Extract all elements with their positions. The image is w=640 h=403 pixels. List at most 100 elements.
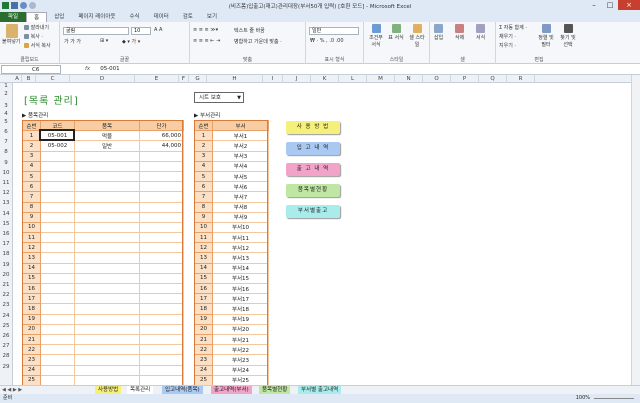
dept-no[interactable]: 7 xyxy=(194,191,213,203)
item-name[interactable] xyxy=(74,272,140,285)
conditional-format-button[interactable]: 조건부 서식 xyxy=(367,24,385,48)
row-header[interactable]: 20 xyxy=(0,272,12,278)
cut-button[interactable]: 잘라내기 xyxy=(24,24,49,31)
row-header[interactable]: 18 xyxy=(0,251,12,257)
item-name[interactable] xyxy=(74,191,140,203)
item-price[interactable] xyxy=(139,160,184,172)
inbound-history-button[interactable]: 입 고 내 역 xyxy=(286,142,340,155)
item-no[interactable]: 11 xyxy=(22,232,41,244)
merge-center-button[interactable]: 병합하고 가운데 맞춤 · xyxy=(234,38,282,45)
item-code[interactable] xyxy=(40,201,75,213)
sheet-nav-arrows-icon[interactable]: ◀ ◀ ▶ ▶ xyxy=(2,387,22,393)
dept-no[interactable]: 14 xyxy=(194,262,213,274)
row-header[interactable]: 4 xyxy=(0,111,12,117)
item-name[interactable]: 일반 xyxy=(74,140,140,152)
fill-color-icon[interactable]: ◆ ▾ 가 ▾ xyxy=(122,38,140,45)
dept-name[interactable]: 부서11 xyxy=(212,232,269,244)
item-price[interactable] xyxy=(139,333,184,346)
item-price[interactable]: 44,000 xyxy=(139,140,184,152)
item-no[interactable]: 5 xyxy=(22,170,41,183)
item-name[interactable] xyxy=(74,344,140,356)
column-header[interactable]: O xyxy=(423,75,451,83)
item-name[interactable] xyxy=(74,221,140,234)
sheet-tab[interactable]: 입고내역(품목) xyxy=(162,386,203,394)
item-code[interactable] xyxy=(40,170,75,183)
wrap-text-button[interactable]: 텍스트 줄 바꿈 xyxy=(234,27,265,34)
row-header[interactable]: 11 xyxy=(0,180,12,186)
dept-name[interactable]: 부서4 xyxy=(212,160,269,172)
row-header[interactable]: 10 xyxy=(0,170,12,176)
item-code[interactable] xyxy=(40,282,75,295)
italic-icon[interactable]: 가 xyxy=(70,39,75,45)
row-header[interactable]: 29 xyxy=(0,364,12,370)
dept-name[interactable]: 부서14 xyxy=(212,262,269,274)
item-no[interactable]: 10 xyxy=(22,221,41,234)
dept-no[interactable]: 8 xyxy=(194,201,213,213)
column-header[interactable]: C xyxy=(36,75,70,83)
item-code[interactable] xyxy=(40,242,75,254)
column-header[interactable]: I xyxy=(263,75,283,83)
row-header[interactable]: 1 xyxy=(0,83,12,89)
item-no[interactable]: 18 xyxy=(22,303,41,315)
tab-page-layout[interactable]: 페이지 레이아웃 xyxy=(71,12,122,22)
dept-no[interactable]: 17 xyxy=(194,293,213,305)
paste-button[interactable]: 붙여넣기 xyxy=(2,24,20,45)
vertical-scrollbar[interactable] xyxy=(631,75,640,385)
sort-filter-button[interactable]: 정렬 및 필터 xyxy=(536,24,556,48)
dept-name[interactable]: 부서3 xyxy=(212,150,269,162)
close-icon[interactable]: × xyxy=(618,0,640,10)
item-no[interactable]: 9 xyxy=(22,211,41,223)
item-code[interactable] xyxy=(40,354,75,366)
format-painter-button[interactable]: 서식 복사 xyxy=(24,42,51,49)
row-header[interactable]: 6 xyxy=(0,129,12,135)
dept-name[interactable]: 부서17 xyxy=(212,293,269,305)
item-status-button[interactable]: 품목별현황 xyxy=(286,184,340,197)
autosum-button[interactable]: Σ 자동 합계 · xyxy=(499,24,527,31)
dept-name[interactable]: 부서12 xyxy=(212,242,269,254)
worksheet[interactable]: [목록 관리] 시트 보호 ▼ ▶ 품목관리 ▶ 부서관리 순번 코드 품목 단가… xyxy=(13,83,640,385)
font-color-icon[interactable]: 가 xyxy=(132,39,137,45)
item-no[interactable]: 4 xyxy=(22,160,41,172)
item-price[interactable] xyxy=(139,282,184,295)
item-code[interactable] xyxy=(40,150,75,162)
column-header[interactable]: H xyxy=(207,75,263,83)
dept-no[interactable]: 24 xyxy=(194,364,213,376)
format-as-table-button[interactable]: 표 서식 xyxy=(387,24,405,41)
item-name[interactable] xyxy=(74,160,140,172)
item-no[interactable]: 16 xyxy=(22,282,41,295)
dept-no[interactable]: 9 xyxy=(194,211,213,223)
item-name[interactable] xyxy=(74,211,140,223)
dept-name[interactable]: 부서6 xyxy=(212,181,269,193)
dept-no[interactable]: 2 xyxy=(194,140,213,152)
dept-name[interactable]: 부서21 xyxy=(212,333,269,346)
column-header[interactable]: K xyxy=(311,75,339,83)
underline-icon[interactable]: 가 xyxy=(76,39,81,45)
item-name[interactable] xyxy=(74,252,140,264)
item-code[interactable] xyxy=(40,272,75,285)
outbound-history-button[interactable]: 출 고 내 역 xyxy=(286,163,340,176)
border-icon[interactable]: ⊞ ▾ xyxy=(100,38,108,44)
item-price[interactable]: 66,000 xyxy=(139,130,184,142)
row-header[interactable]: 15 xyxy=(0,221,12,227)
item-no[interactable]: 12 xyxy=(22,242,41,254)
item-name[interactable] xyxy=(74,242,140,254)
dept-name[interactable]: 부서20 xyxy=(212,323,269,335)
maximize-icon[interactable]: □ xyxy=(602,0,618,10)
item-price[interactable] xyxy=(139,232,184,244)
item-no[interactable]: 24 xyxy=(22,364,41,376)
item-no[interactable]: 19 xyxy=(22,313,41,325)
item-name[interactable] xyxy=(74,354,140,366)
item-no[interactable]: 15 xyxy=(22,272,41,285)
dept-name[interactable]: 부서25 xyxy=(212,374,269,385)
item-name[interactable] xyxy=(74,282,140,295)
tab-view[interactable]: 보기 xyxy=(200,12,224,22)
item-price[interactable] xyxy=(139,181,184,193)
item-no[interactable]: 8 xyxy=(22,201,41,213)
fill-button[interactable]: 채우기 · xyxy=(499,33,516,40)
column-header[interactable]: J xyxy=(283,75,311,83)
item-price[interactable] xyxy=(139,191,184,203)
item-name[interactable] xyxy=(74,333,140,346)
dept-no[interactable]: 5 xyxy=(194,170,213,183)
item-price[interactable] xyxy=(139,364,184,376)
zoom-slider[interactable] xyxy=(594,398,634,399)
